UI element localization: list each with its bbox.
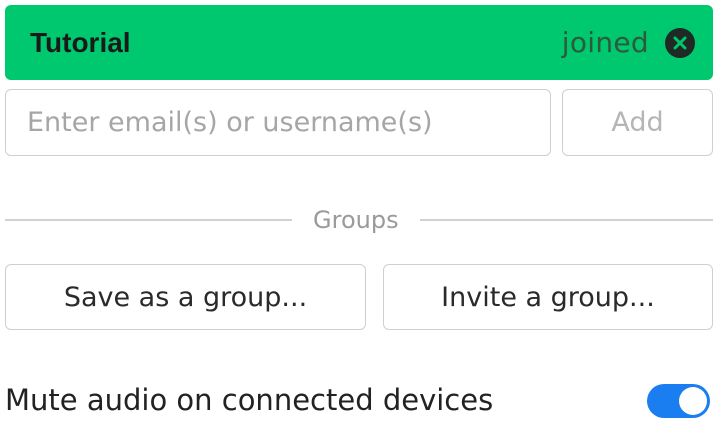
groups-divider-label: Groups [313, 206, 399, 234]
invite-group-button[interactable]: Invite a group... [383, 264, 713, 330]
member-row-tutorial: Tutorial joined [5, 5, 713, 80]
member-status: joined [561, 26, 649, 59]
invite-input[interactable] [5, 89, 551, 156]
divider-line-right [419, 219, 713, 221]
divider-line-left [5, 219, 292, 221]
toggle-knob [679, 387, 707, 415]
add-button[interactable]: Add [562, 89, 713, 156]
groups-divider: Groups [5, 205, 713, 235]
member-name: Tutorial [30, 26, 131, 58]
close-circle-icon[interactable] [665, 27, 695, 58]
mute-audio-toggle[interactable] [647, 384, 710, 418]
save-as-group-button[interactable]: Save as a group... [5, 264, 366, 330]
mute-audio-label: Mute audio on connected devices [5, 383, 494, 417]
